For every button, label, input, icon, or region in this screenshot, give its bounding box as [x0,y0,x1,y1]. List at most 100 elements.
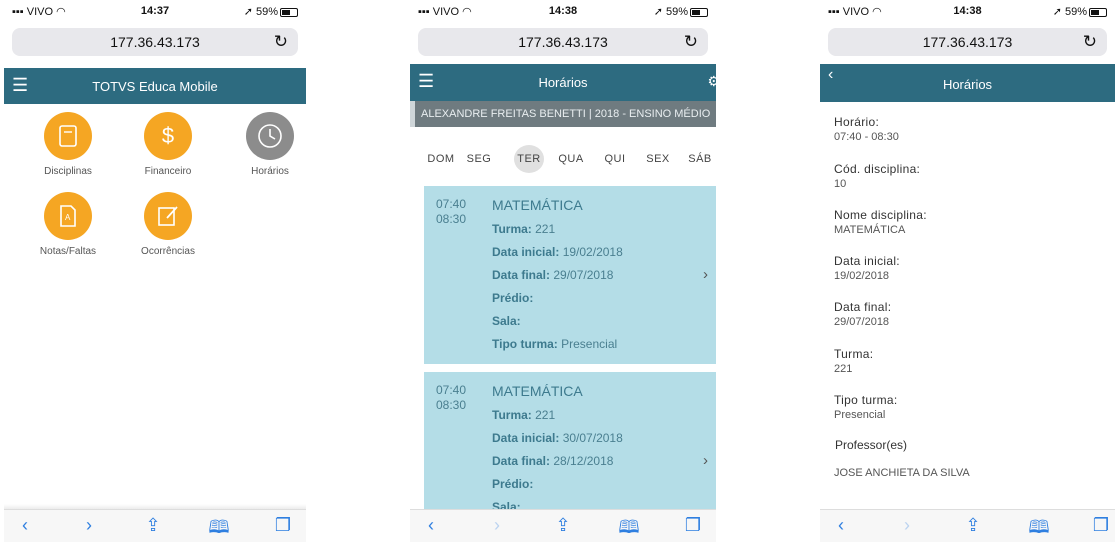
chevron-right-icon: › [703,452,708,469]
browser-toolbar: ‹ › ⇪ 🕮 ❐ [820,509,1115,542]
grades-icon: A [44,192,92,240]
back-icon[interactable]: ‹ [826,515,856,536]
url-text: 177.36.43.173 [518,34,608,50]
day-qua[interactable]: QUA [556,145,586,173]
detail-field: Turma: 221 [834,347,874,375]
end-time: 08:30 [436,212,467,226]
bookmarks-icon[interactable]: 🕮 [204,515,234,542]
detail-field: Nome disciplina: MATEMÁTICA [834,208,927,236]
location-icon: ➚ [653,6,663,18]
app-header: ☰ TOTVS Educa Mobile [4,68,306,104]
browser-toolbar: ‹ › ⇪ 🕮 ❐ [410,509,716,542]
tabs-icon[interactable]: ❐ [678,515,708,536]
browser-toolbar: ‹ › ⇪ 🕮 ❐ [4,509,306,542]
detail-field: Cód. disciplina: 10 [834,162,921,190]
app-label: Notas/Faltas [39,246,97,257]
app-header: ☰ Horários ⚙ [410,64,716,101]
subject-name: MATEMÁTICA [492,383,583,399]
reload-icon[interactable]: ↻ [684,32,698,52]
app-label: Financeiro [144,166,192,177]
address-bar[interactable]: 177.36.43.173 ↻ [418,28,708,56]
phone-screen-detail: ▪▪▪ VIVO ◠ 14:38 ➚ 59% 177.36.43.173 ↻ ‹… [820,0,1115,542]
day-dom[interactable]: DOM [426,145,456,173]
weekday-selector: DOM SEG TER QUA QUI SEX SÁB [410,145,716,173]
status-bar: ▪▪▪ VIVO ◠ 14:38 ➚ 59% [820,0,1115,24]
status-bar: ▪▪▪ VIVO ◠ 14:37 ➚ 59% [4,0,306,24]
app-label: Disciplinas [44,166,92,177]
url-text: 177.36.43.173 [110,34,200,50]
battery-percent: 59% [255,6,278,18]
notepad-icon [144,192,192,240]
back-icon[interactable]: ‹ [416,515,446,536]
schedule-card[interactable]: 07:40 08:30 MATEMÁTICA Turma: 221 Data in… [424,186,716,364]
day-sab[interactable]: SÁB [685,145,715,173]
battery-icon [1089,7,1107,17]
address-bar[interactable]: 177.36.43.173 ↻ [12,28,298,56]
app-disciplinas[interactable]: Disciplinas [28,112,108,177]
battery-icon [280,7,298,17]
reload-icon[interactable]: ↻ [1083,32,1097,52]
app-notas-faltas[interactable]: A Notas/Faltas [28,192,108,257]
page-title: TOTVS Educa Mobile [92,79,218,94]
card-row: Turma: 221 [492,408,556,422]
page-title: Horários [942,77,993,92]
back-icon[interactable]: ‹ [10,515,40,536]
day-qui[interactable]: QUI [600,145,630,173]
end-time: 08:30 [436,398,467,412]
reload-icon[interactable]: ↻ [274,32,288,52]
detail-field: Tipo turma: Presencial [834,393,898,421]
share-icon[interactable]: ⇪ [958,515,988,536]
tabs-icon[interactable]: ❐ [1086,515,1115,536]
card-row: Data inicial: 19/02/2018 [492,245,623,259]
detail-field: Data final: 29/07/2018 [834,300,892,328]
battery-icon [690,7,708,17]
phone-screen-schedule: ▪▪▪ VIVO ◠ 14:38 ➚ 59% 177.36.43.173 ↻ ☰… [410,0,716,542]
card-row: Tipo turma: Presencial [492,337,618,351]
status-bar: ▪▪▪ VIVO ◠ 14:38 ➚ 59% [410,0,716,24]
dollar-icon: $ [144,112,192,160]
professor-name: JOSE ANCHIETA DA SILVA [834,467,970,479]
card-row: Data final: 28/12/2018 [492,454,614,468]
day-sex[interactable]: SEX [643,145,673,173]
student-banner: ALEXANDRE FREITAS BENETTI | 2018 - ENSIN… [410,101,716,127]
location-icon: ➚ [1052,6,1062,18]
app-label: Horários [251,166,289,177]
app-header: ‹ Horários [820,64,1115,102]
url-text: 177.36.43.173 [922,34,1013,50]
phone-screen-home: ▪▪▪ VIVO ◠ 14:37 ➚ 59% 177.36.43.173 ↻ ☰… [4,0,306,542]
subject-name: MATEMÁTICA [492,197,583,213]
svg-text:A: A [65,213,71,222]
bookmarks-icon[interactable]: 🕮 [1024,515,1054,542]
share-icon[interactable]: ⇪ [138,515,168,536]
book-icon [44,112,92,160]
tabs-icon[interactable]: ❐ [268,515,298,536]
card-row: Data inicial: 30/07/2018 [492,431,623,445]
clock-icon [246,112,294,160]
app-financeiro[interactable]: $ Financeiro [128,112,208,177]
schedule-card[interactable]: 07:40 08:30 MATEMÁTICA Turma: 221 Data in… [424,372,716,514]
settings-icon[interactable]: ⚙ [707,73,716,90]
app-ocorrencias[interactable]: Ocorrências [128,192,208,257]
day-seg[interactable]: SEG [464,145,494,173]
detail-field: Data inicial: 19/02/2018 [834,254,900,282]
card-row: Prédio: [492,291,534,305]
battery-percent: 59% [1064,6,1087,18]
card-row: Prédio: [492,477,534,491]
day-ter[interactable]: TER [514,145,544,173]
professor-label: Professor(es) [835,438,908,452]
forward-icon[interactable]: › [892,515,922,536]
chevron-right-icon: › [703,266,708,283]
app-label: Ocorrências [141,246,195,257]
card-row: Turma: 221 [492,222,556,236]
bookmarks-icon[interactable]: 🕮 [614,515,644,542]
share-icon[interactable]: ⇪ [548,515,578,536]
start-time: 07:40 [436,383,467,397]
card-row: Sala: [492,314,521,328]
start-time: 07:40 [436,197,467,211]
forward-icon[interactable]: › [482,515,512,536]
forward-icon[interactable]: › [74,515,104,536]
address-bar[interactable]: 177.36.43.173 ↻ [828,28,1107,56]
location-icon: ➚ [243,6,253,18]
card-row: Data final: 29/07/2018 [492,268,614,282]
app-horarios[interactable]: Horários [230,112,306,177]
